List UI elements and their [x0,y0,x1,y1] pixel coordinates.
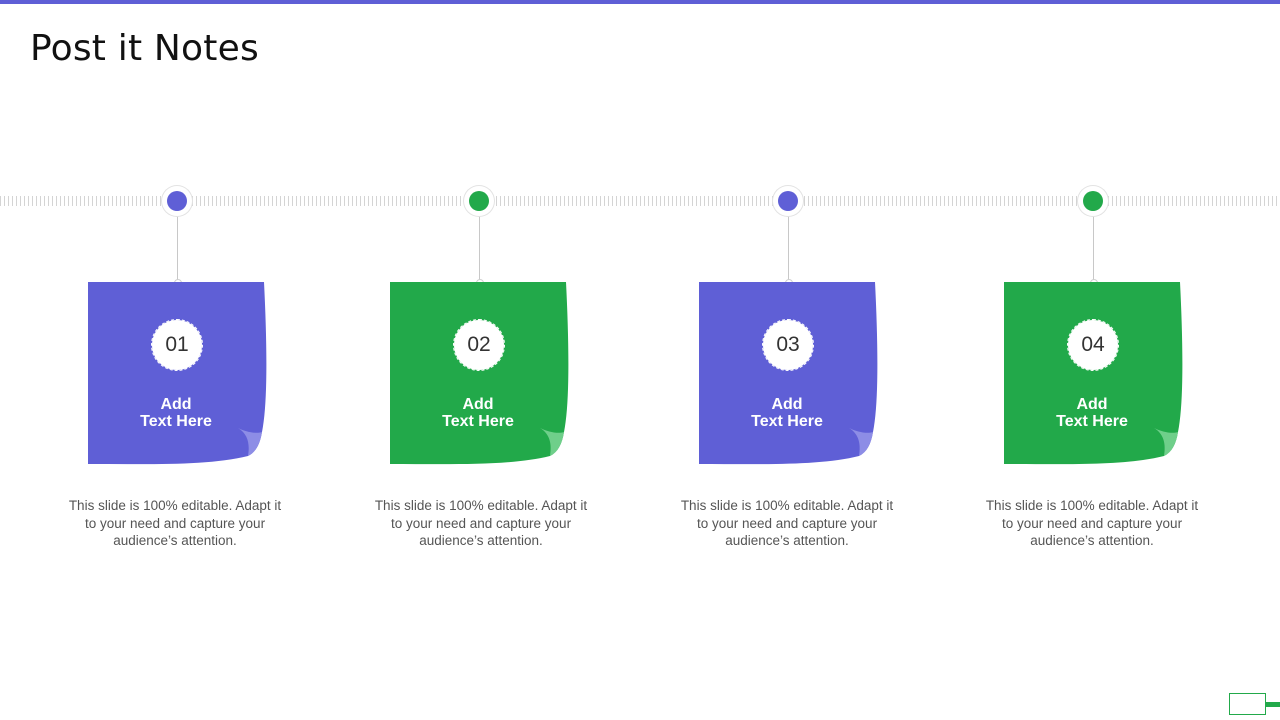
note-label-line1: Add [1076,396,1108,413]
slide-title: Post it Notes [30,28,259,69]
sticky-note-shape [699,282,878,465]
note-number-badge: 02 [453,319,505,371]
timeline-node-dot [167,191,187,211]
note-number-badge: 01 [151,319,203,371]
note-description-3[interactable]: This slide is 100% editable. Adapt it to… [677,497,897,550]
timeline-node-4 [1078,186,1108,216]
sticky-note-1[interactable]: 01 Add Text Here [88,282,268,468]
timeline-node-dot [469,191,489,211]
pin-connector [1093,213,1094,283]
sticky-note-3[interactable]: 03 Add Text Here [699,282,879,468]
slide-corner-line [1266,702,1280,707]
pin-connector [479,213,480,283]
note-description-4[interactable]: This slide is 100% editable. Adapt it to… [982,497,1202,550]
timeline-node-2 [464,186,494,216]
sticky-note-shape [390,282,569,465]
timeline-node-dot [1083,191,1103,211]
note-label-line2: Text Here [442,413,514,430]
timeline-node-3 [773,186,803,216]
note-label-line2: Text Here [751,413,823,430]
note-description-1[interactable]: This slide is 100% editable. Adapt it to… [65,497,285,550]
note-label-line2: Text Here [1056,413,1128,430]
sticky-note-4[interactable]: 04 Add Text Here [1004,282,1184,468]
note-label-line1: Add [771,396,803,413]
slide-corner-box [1229,693,1266,715]
note-label-line1: Add [462,396,494,413]
sticky-note-shape [88,282,267,465]
note-label[interactable]: Add Text Here [1004,396,1180,430]
top-accent-bar [0,0,1280,4]
pin-connector [177,213,178,283]
sticky-note-2[interactable]: 02 Add Text Here [390,282,570,468]
note-label[interactable]: Add Text Here [88,396,264,430]
sticky-note-shape [1004,282,1183,465]
pin-connector [788,213,789,283]
note-label[interactable]: Add Text Here [390,396,566,430]
timeline-node-dot [778,191,798,211]
note-number-badge: 03 [762,319,814,371]
note-description-2[interactable]: This slide is 100% editable. Adapt it to… [371,497,591,550]
note-number-badge: 04 [1067,319,1119,371]
note-label-line2: Text Here [140,413,212,430]
timeline-node-1 [162,186,192,216]
note-label-line1: Add [160,396,192,413]
note-label[interactable]: Add Text Here [699,396,875,430]
